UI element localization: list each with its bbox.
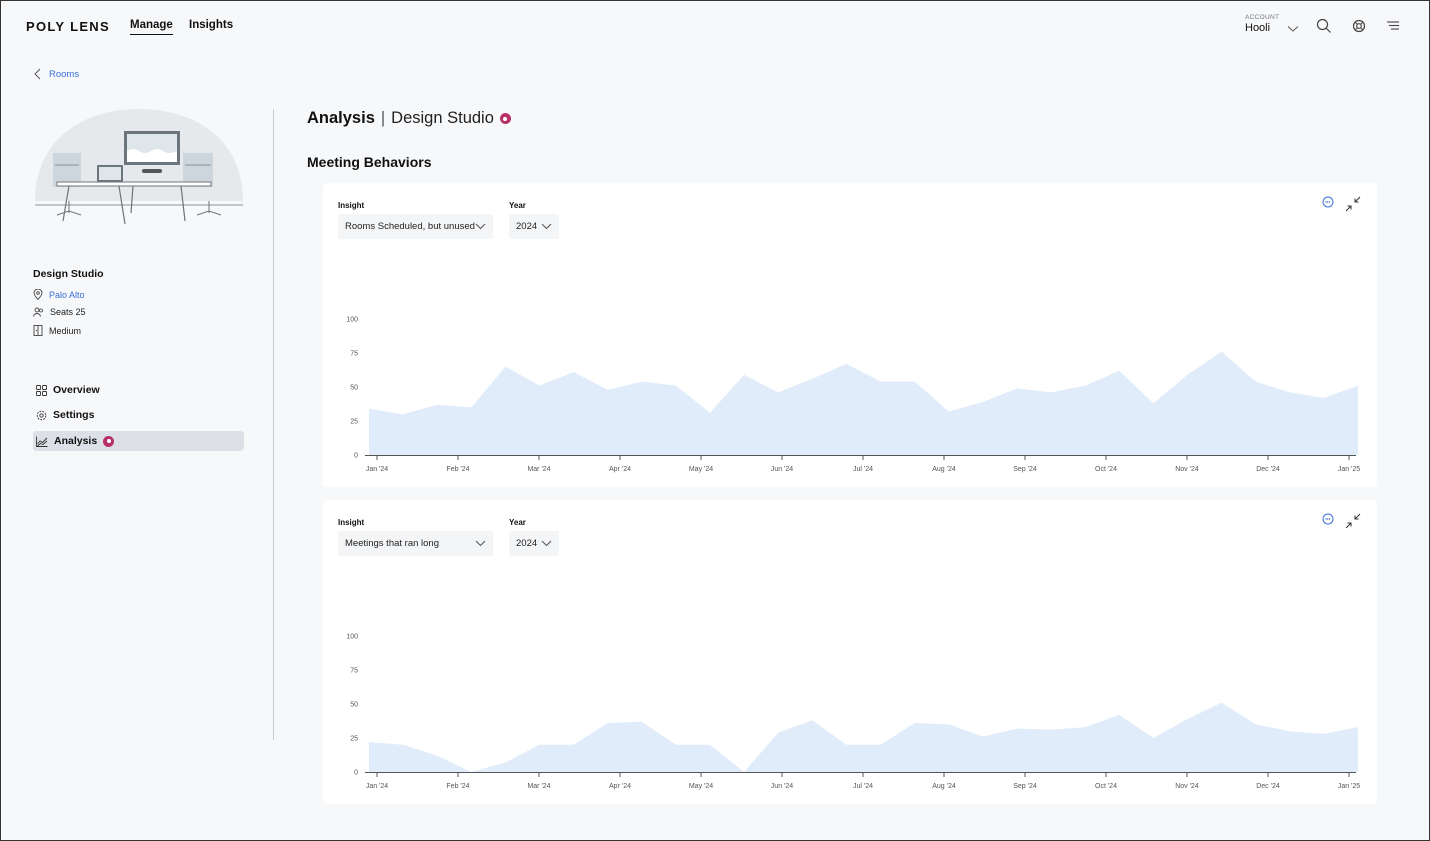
y-tick-label: 25 xyxy=(350,736,358,743)
area-chart-rooms-unused: 0 25 50 75 100 Jan '24 Feb '24 Mar '24 Apr '24 Ma… xyxy=(346,317,1360,474)
room-seats: Seats 25 xyxy=(33,307,86,317)
account-switcher[interactable]: ACCOUNT Hooli xyxy=(1245,14,1279,34)
new-feature-badge xyxy=(499,113,511,124)
x-tick-label: May '24 xyxy=(689,466,713,473)
room-size-label: Medium xyxy=(49,325,82,336)
top-bar: POLY LENS Manage Insights ACCOUNT Hooli xyxy=(1,1,1429,53)
back-to-rooms-link[interactable]: Rooms xyxy=(34,68,79,80)
lifebuoy-icon[interactable] xyxy=(1351,18,1367,34)
door-icon xyxy=(33,325,43,336)
new-feature-badge xyxy=(103,435,115,447)
nav-tab-insights[interactable]: Insights xyxy=(189,19,233,31)
y-tick-label: 0 xyxy=(354,453,358,460)
x-tick-label: Jul '24 xyxy=(853,783,873,790)
room-size: Medium xyxy=(33,325,81,336)
y-tick-label: 0 xyxy=(354,770,358,777)
x-tick-label: Nov '24 xyxy=(1175,466,1199,473)
people-icon xyxy=(33,307,43,317)
x-tick-label: Mar '24 xyxy=(527,783,550,790)
sidebar-item-overview[interactable]: Overview xyxy=(33,380,244,400)
sidebar-divider xyxy=(273,109,274,740)
page-title-sub: Design Studio xyxy=(391,109,494,127)
room-name: Design Studio xyxy=(33,268,104,280)
x-tick-label: Apr '24 xyxy=(609,783,631,790)
x-tick-label: Dec '24 xyxy=(1256,783,1280,790)
y-tick-label: 100 xyxy=(346,634,358,641)
sidebar-item-label: Overview xyxy=(53,384,100,396)
y-tick-label: 25 xyxy=(350,419,358,426)
menu-icon[interactable] xyxy=(1385,18,1401,34)
room-location: Palo Alto xyxy=(33,289,85,300)
page-title-main: Analysis xyxy=(307,109,375,127)
x-tick-label: Apr '24 xyxy=(609,466,631,473)
x-tick-label: Oct '24 xyxy=(1095,466,1117,473)
room-seats-label: Seats 25 xyxy=(50,307,86,317)
account-name: Hooli xyxy=(1245,22,1271,34)
sidebar-item-settings[interactable]: Settings xyxy=(33,405,244,425)
gear-icon xyxy=(36,410,47,420)
x-tick-label: Dec '24 xyxy=(1256,466,1280,473)
chevron-left-icon xyxy=(34,68,41,80)
x-tick-label: Jan '25 xyxy=(1338,466,1360,473)
x-tick-label: Jan '25 xyxy=(1338,783,1360,790)
insight-card-1: Insight Rooms Scheduled, but unused Year… xyxy=(323,183,1377,487)
y-tick-label: 75 xyxy=(350,351,358,358)
back-label: Rooms xyxy=(49,68,80,80)
x-tick-label: Aug '24 xyxy=(932,783,956,790)
y-tick-label: 100 xyxy=(346,317,358,324)
y-tick-label: 50 xyxy=(350,702,358,709)
room-illustration xyxy=(35,109,243,225)
area-chart-meetings-ran-long: 0 25 50 75 100 Jan '24 Feb '24 Mar '24 Apr '24 Ma… xyxy=(346,634,1360,791)
sidebar-item-analysis[interactable]: Analysis xyxy=(33,431,244,451)
area-series xyxy=(369,351,1358,455)
x-tick-label: Feb '24 xyxy=(446,466,469,473)
x-tick-label: Mar '24 xyxy=(527,466,550,473)
x-tick-label: Oct '24 xyxy=(1095,783,1117,790)
area-series xyxy=(369,702,1358,772)
nav-tab-manage[interactable]: Manage xyxy=(130,19,173,35)
y-tick-label: 50 xyxy=(350,385,358,392)
section-title: Meeting Behaviors xyxy=(307,154,432,170)
x-tick-label: Nov '24 xyxy=(1175,783,1199,790)
room-location-link[interactable]: Palo Alto xyxy=(49,290,85,300)
y-tick-label: 75 xyxy=(350,668,358,675)
chevron-down-icon[interactable] xyxy=(1287,25,1299,33)
account-caption: ACCOUNT xyxy=(1245,14,1280,21)
x-tick-label: Jul '24 xyxy=(853,466,873,473)
x-tick-label: Sep '24 xyxy=(1013,783,1037,790)
app-logo[interactable]: POLY LENS xyxy=(26,19,110,34)
sidebar-item-label: Analysis xyxy=(54,435,98,447)
title-separator: | xyxy=(380,109,386,127)
location-pin-icon xyxy=(33,289,43,300)
search-icon[interactable] xyxy=(1316,18,1332,34)
grid-icon xyxy=(36,384,47,396)
chart-icon xyxy=(36,436,48,447)
sidebar-item-label: Settings xyxy=(53,409,95,421)
x-tick-label: Jan '24 xyxy=(366,783,388,790)
x-tick-label: Jan '24 xyxy=(366,466,388,473)
x-tick-label: May '24 xyxy=(689,783,713,790)
insight-card-2: Insight Meetings that ran long Year 2024… xyxy=(323,500,1377,804)
x-tick-label: Feb '24 xyxy=(446,783,469,790)
x-tick-label: Jun '24 xyxy=(771,783,793,790)
x-tick-label: Sep '24 xyxy=(1013,466,1037,473)
x-tick-label: Aug '24 xyxy=(932,466,956,473)
page-title: Analysis | Design Studio xyxy=(307,109,511,128)
x-tick-label: Jun '24 xyxy=(771,466,793,473)
